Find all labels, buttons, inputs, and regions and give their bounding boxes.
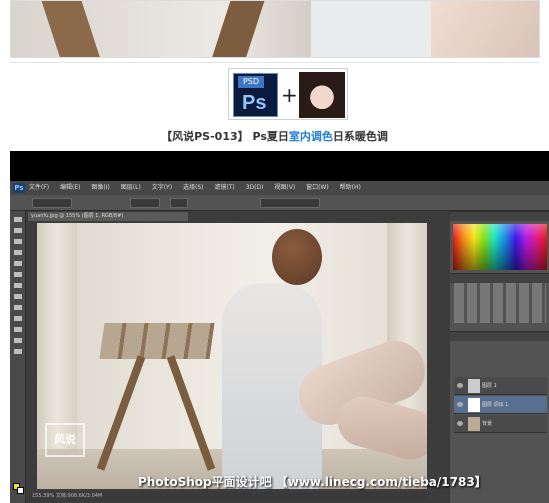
layer-thumbnail <box>468 398 480 412</box>
crop-tool-icon[interactable] <box>14 250 22 255</box>
plus-icon: + <box>281 83 298 107</box>
brush-tool-icon[interactable] <box>14 272 22 277</box>
ps-logo: Ps <box>13 183 25 193</box>
post-caption[interactable]: 【风说PS-013】 Ps夏日室内调色日系暖色调 <box>0 128 549 144</box>
layers-panel-tabs <box>450 332 549 341</box>
layer-row-selected[interactable]: 图层 调出 1 <box>454 396 547 414</box>
menu-view[interactable]: 视图(V) <box>274 184 295 191</box>
eraser-tool-icon[interactable] <box>14 294 22 299</box>
stamp-tool-icon[interactable] <box>14 283 22 288</box>
layer-thumbnail <box>468 379 480 393</box>
watermark-logo: 风说 <box>45 423 85 457</box>
caption-suffix: 日系暖色调 <box>332 130 388 143</box>
photo-stool-leg <box>41 1 101 57</box>
marquee-tool-icon[interactable] <box>14 228 22 233</box>
pen-tool-icon[interactable] <box>14 316 22 321</box>
tutorial-icons[interactable]: PSD Ps + <box>228 68 348 120</box>
psd-file-icon: PSD Ps <box>233 73 278 117</box>
hand-tool-icon[interactable] <box>14 338 22 343</box>
document-tab[interactable]: yuanfu.jpg @ 155% (图层 1, RGB/8#) <box>28 212 188 221</box>
status-bar: 155.39% 文档:908.6K/3.04M <box>28 492 428 501</box>
text-tool-icon[interactable] <box>14 327 22 332</box>
option-field[interactable] <box>32 198 72 208</box>
background-color[interactable] <box>17 487 24 494</box>
lasso-tool-icon[interactable] <box>14 239 22 244</box>
bottom-banner: PhotoShop平面设计吧 【www.linecg.com/tieba/178… <box>138 475 487 489</box>
caption-link[interactable]: 室内调色 <box>289 130 333 143</box>
layer-row[interactable]: 背景 <box>454 415 547 433</box>
eye-icon[interactable] <box>457 402 463 407</box>
menu-image[interactable]: 图像(I) <box>91 184 109 191</box>
image-canvas[interactable]: 风说 <box>37 223 427 489</box>
gradient-tool-icon[interactable] <box>14 305 22 310</box>
menu-type[interactable]: 文字(Y) <box>152 184 172 191</box>
layer-name: 图层 调出 1 <box>482 402 509 408</box>
portrait-thumbnail <box>299 72 345 118</box>
ps-options-bar <box>10 195 549 211</box>
layer-name: 图层 1 <box>482 383 497 389</box>
layer-name: 背景 <box>482 421 493 427</box>
option-button[interactable] <box>170 198 188 208</box>
menu-window[interactable]: 窗口(W) <box>306 184 329 191</box>
eyedropper-tool-icon[interactable] <box>14 261 22 266</box>
photo-stool-leg <box>211 1 265 57</box>
move-tool-icon[interactable] <box>14 217 22 222</box>
model-head <box>272 229 322 285</box>
menu-layer[interactable]: 图层(L) <box>121 184 141 191</box>
adjustments-panel-tabs <box>450 274 549 283</box>
page: PSD Ps + 【风说PS-013】 Ps夏日室内调色日系暖色调 优酷 Ps … <box>0 0 549 503</box>
ps-label: Ps <box>242 92 267 114</box>
layer-thumbnail <box>468 417 480 431</box>
photo-cloth <box>311 1 441 57</box>
menu-select[interactable]: 选择(S) <box>183 184 204 191</box>
divider <box>10 62 540 63</box>
adjustment-icons[interactable] <box>454 283 546 323</box>
swatch-shading <box>453 224 547 270</box>
photoshop-window: Ps 文件(F) 编辑(E) 图像(I) 图层(L) 文字(Y) 选择(S) 滤… <box>10 181 549 503</box>
option-checkbox[interactable] <box>260 198 320 208</box>
swatches-panel-tabs <box>450 212 549 221</box>
zoom-tool-icon[interactable] <box>14 349 22 354</box>
menu-help[interactable]: 帮助(H) <box>340 184 361 191</box>
menu-file[interactable]: 文件(F) <box>29 184 49 191</box>
ps-toolbar <box>10 211 26 503</box>
menu-edit[interactable]: 编辑(E) <box>60 184 80 191</box>
psd-tag: PSD <box>238 76 264 88</box>
caption-prefix: 【风说PS-013】 Ps夏日 <box>161 130 289 143</box>
menu-3d[interactable]: 3D(D) <box>246 184 264 191</box>
photo-skin <box>431 1 539 57</box>
stool-seat <box>99 323 215 359</box>
menu-filter[interactable]: 滤镜(T) <box>214 184 234 191</box>
ps-menubar: Ps 文件(F) 编辑(E) 图像(I) 图层(L) 文字(Y) 选择(S) 滤… <box>10 181 549 195</box>
layer-row[interactable]: 图层 1 <box>454 377 547 395</box>
video-player[interactable]: 优酷 Ps 文件(F) 编辑(E) 图像(I) 图层(L) 文字(Y) 选择(S… <box>10 151 549 503</box>
eye-icon[interactable] <box>457 383 463 388</box>
option-field[interactable] <box>130 198 160 208</box>
top-photo <box>10 0 540 58</box>
eye-icon[interactable] <box>457 421 463 426</box>
